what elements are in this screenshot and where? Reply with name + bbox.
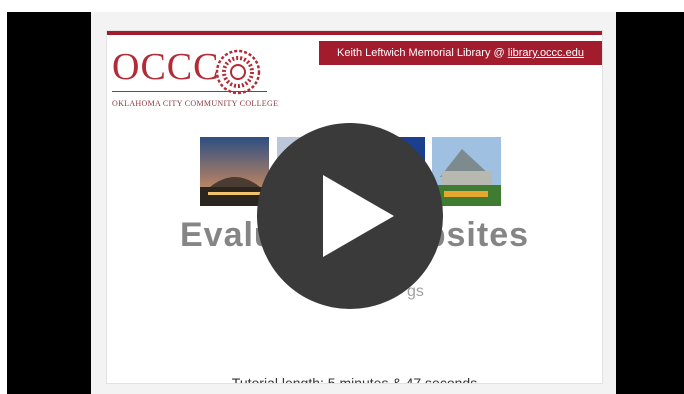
banner-text: Keith Leftwich Memorial Library @	[337, 47, 508, 59]
play-button[interactable]	[257, 123, 443, 309]
tutorial-length: Tutorial length: 5 minutes & 47 seconds	[231, 375, 478, 384]
college-name: OKLAHOMA CITY COMMUNITY COLLEGE	[112, 99, 279, 108]
logo-underline	[112, 91, 267, 92]
header-rule	[107, 31, 602, 35]
occc-seal-icon	[215, 49, 261, 95]
occc-logo-text: OCCC	[112, 46, 220, 88]
library-link[interactable]: library.occc.edu	[508, 47, 584, 59]
library-banner: Keith Leftwich Memorial Library @ librar…	[319, 41, 602, 65]
